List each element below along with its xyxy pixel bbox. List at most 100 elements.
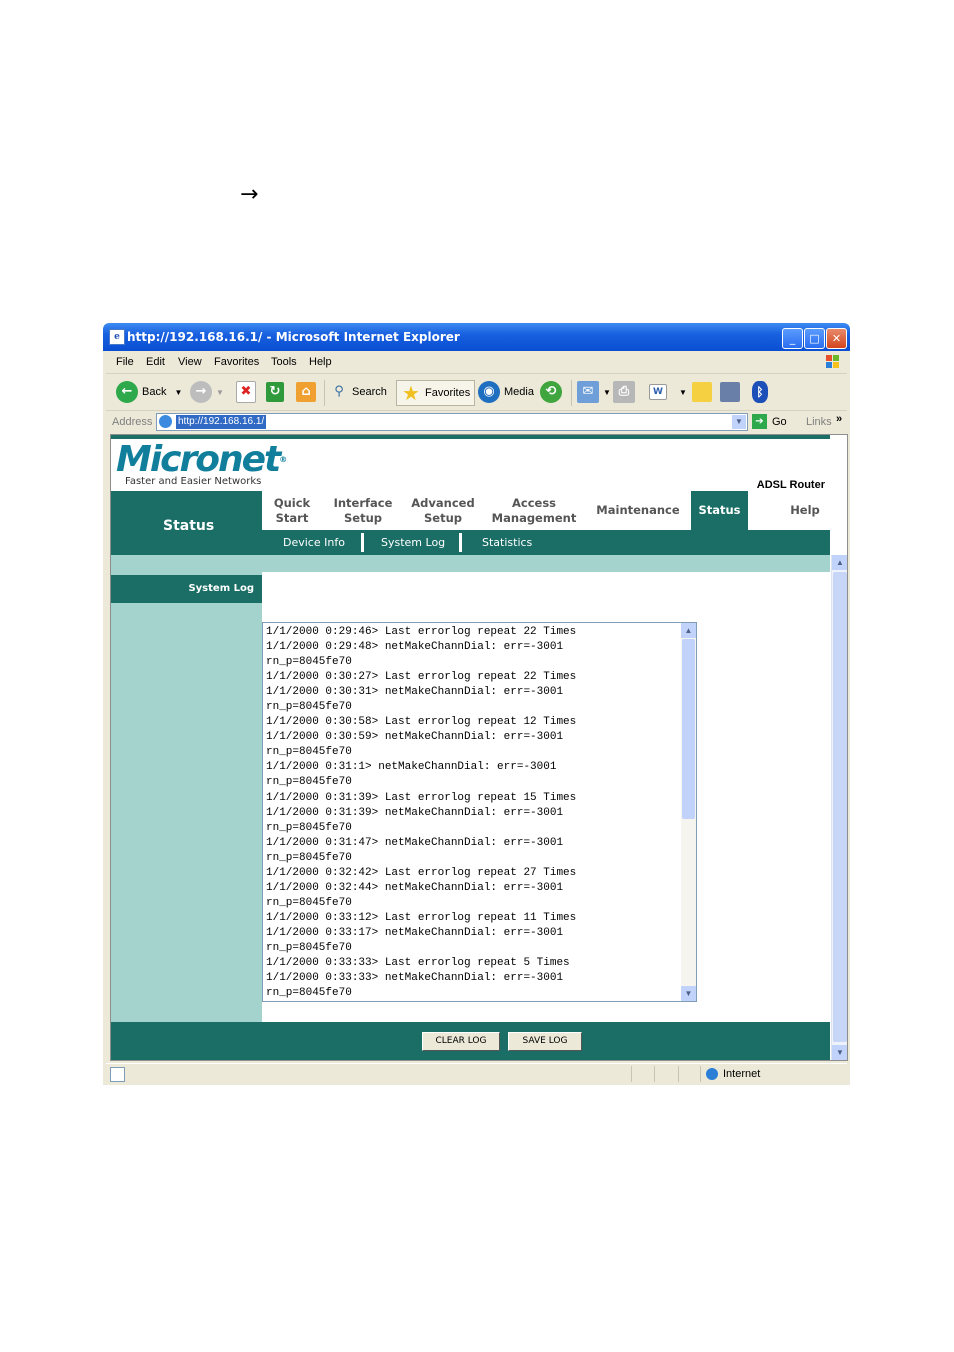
menu-tools[interactable]: Tools: [271, 356, 297, 368]
search-button[interactable]: ⚲ Search: [330, 380, 387, 404]
windows-flag-icon: [826, 355, 839, 368]
log-line: 1/1/2000 0:33:33> Last errorlog repeat 5…: [266, 957, 570, 970]
log-line: 1/1/2000 0:30:31> netMakeChannDial: err=…: [266, 686, 564, 699]
tab-status[interactable]: Status: [691, 491, 748, 530]
bluetooth-icon: ᛒ: [752, 381, 768, 403]
minimize-button[interactable]: _: [782, 328, 803, 349]
tab-label: Management: [491, 510, 577, 525]
status-divider: [631, 1066, 632, 1082]
edit-icon: W: [649, 384, 667, 400]
forward-dropdown-icon[interactable]: ▼: [216, 388, 224, 397]
stop-button[interactable]: ✖: [236, 380, 260, 404]
save-log-button[interactable]: SAVE LOG: [508, 1032, 582, 1051]
globe-icon: [706, 1068, 718, 1080]
menu-bar: File Edit View Favorites Tools Help: [106, 351, 847, 374]
scroll-down-icon[interactable]: ▼: [832, 1045, 847, 1060]
close-button[interactable]: ✕: [826, 328, 847, 349]
address-bar: Address http://192.168.16.1/ ▼ ➔ Go Link…: [106, 411, 847, 433]
links-more-chevron[interactable]: »: [836, 413, 842, 425]
go-arrow-icon[interactable]: ➔: [752, 414, 767, 429]
status-divider: [654, 1066, 655, 1082]
page-scrollbar[interactable]: ▲ ▼: [831, 555, 847, 1060]
menu-help[interactable]: Help: [309, 356, 332, 368]
log-line: 1/1/2000 0:31:1> netMakeChannDial: err=-…: [266, 761, 557, 774]
search-icon: ⚲: [334, 384, 344, 399]
address-value[interactable]: http://192.168.16.1/: [176, 415, 267, 429]
mail-dropdown-icon[interactable]: ▼: [603, 388, 611, 397]
logo-tagline: Faster and Easier Networks: [125, 476, 262, 487]
menu-edit[interactable]: Edit: [146, 356, 165, 368]
mail-button[interactable]: ✉ ▼: [577, 380, 611, 404]
tab-label: Access: [511, 495, 557, 510]
scroll-down-icon[interactable]: ▼: [681, 986, 696, 1001]
menu-favorites[interactable]: Favorites: [214, 356, 259, 368]
log-line: rn_p=8045fe70: [266, 656, 352, 669]
back-dropdown-icon[interactable]: ▼: [174, 388, 182, 397]
log-line: 1/1/2000 0:33:12> Last errorlog repeat 1…: [266, 911, 577, 924]
log-line: rn_p=8045fe70: [266, 776, 352, 789]
media-button[interactable]: ◉ Media: [478, 380, 534, 404]
menu-view[interactable]: View: [178, 356, 202, 368]
log-line: rn_p=8045fe70: [266, 851, 352, 864]
title-bar[interactable]: e http://192.168.16.1/ - Microsoft Inter…: [103, 323, 850, 351]
back-button[interactable]: ← Back ▼: [116, 380, 182, 404]
bluetooth-button[interactable]: ᛒ: [752, 380, 772, 404]
log-line: 1/1/2000 0:31:39> Last errorlog repeat 1…: [266, 791, 577, 804]
log-line: 1/1/2000 0:29:46> Last errorlog repeat 2…: [266, 626, 577, 638]
micronet-logo: Micronet®: [116, 440, 287, 480]
edit-button[interactable]: W ▼: [649, 380, 687, 404]
messenger-button[interactable]: [720, 380, 744, 404]
refresh-button[interactable]: ↻: [266, 380, 288, 404]
discuss-button[interactable]: [692, 380, 716, 404]
system-log-textarea[interactable]: 1/1/2000 0:29:46> Last errorlog repeat 2…: [262, 622, 697, 1002]
nav-tabs: Quick Start Interface Setup Advanced Setup …: [262, 491, 830, 530]
scroll-thumb[interactable]: [682, 639, 695, 819]
back-label: Back: [142, 386, 167, 398]
tab-interface-setup[interactable]: Interface Setup: [324, 491, 402, 530]
subtab-separator: [361, 533, 364, 552]
print-button[interactable]: ⎙: [613, 380, 639, 404]
refresh-icon: ↻: [266, 382, 284, 402]
tab-quick-start[interactable]: Quick Start: [262, 491, 322, 530]
toolbar: ← Back ▼ → ▼ ✖ ↻ ⌂ ⚲ Search ★ Favorites …: [106, 374, 847, 411]
log-line: rn_p=8045fe70: [266, 987, 352, 1000]
clear-log-button[interactable]: CLEAR LOG: [422, 1032, 500, 1051]
forward-button[interactable]: → ▼: [190, 380, 224, 404]
logo-mark: ®: [279, 455, 288, 464]
favorites-button[interactable]: ★ Favorites: [396, 380, 476, 406]
scroll-thumb[interactable]: [833, 572, 847, 1042]
log-line: rn_p=8045fe70: [266, 941, 352, 954]
home-button[interactable]: ⌂: [296, 380, 320, 404]
tab-maintenance[interactable]: Maintenance: [588, 491, 688, 530]
log-scrollbar[interactable]: ▲ ▼: [681, 623, 696, 1001]
links-button[interactable]: Links: [806, 416, 832, 428]
home-icon: ⌂: [296, 382, 316, 402]
edit-dropdown-icon[interactable]: ▼: [679, 388, 687, 397]
status-bar: Internet: [106, 1063, 847, 1084]
maximize-button[interactable]: □: [804, 328, 825, 349]
arrow-icon: →: [240, 182, 259, 207]
address-dropdown-icon[interactable]: ▼: [732, 415, 746, 429]
log-line: 1/1/2000 0:31:47> netMakeChannDial: err=…: [266, 836, 564, 849]
tab-help[interactable]: Help: [762, 491, 847, 530]
subtab-statistics[interactable]: Statistics: [482, 536, 532, 549]
subtab-device-info[interactable]: Device Info: [283, 536, 345, 549]
status-divider: [700, 1066, 701, 1082]
log-line: 1/1/2000 0:33:33> netMakeChannDial: err=…: [266, 972, 564, 985]
mail-icon: ✉: [577, 381, 599, 403]
address-input[interactable]: http://192.168.16.1/ ▼: [156, 413, 748, 431]
scroll-up-icon[interactable]: ▲: [681, 623, 696, 638]
log-line: 1/1/2000 0:31:39> netMakeChannDial: err=…: [266, 806, 564, 819]
favorites-star-icon: ★: [402, 381, 420, 405]
history-button[interactable]: ⟲: [540, 380, 566, 404]
subtab-system-log[interactable]: System Log: [381, 536, 445, 549]
media-label: Media: [504, 386, 534, 398]
sub-nav: Device Info System Log Statistics: [262, 530, 830, 555]
tab-access-management[interactable]: Access Management: [484, 491, 584, 530]
menu-file[interactable]: File: [116, 356, 134, 368]
go-button[interactable]: Go: [772, 416, 787, 428]
ie-page-icon: e: [109, 329, 125, 345]
scroll-up-icon[interactable]: ▲: [832, 555, 847, 570]
log-line: rn_p=8045fe70: [266, 746, 352, 759]
tab-advanced-setup[interactable]: Advanced Setup: [404, 491, 482, 530]
